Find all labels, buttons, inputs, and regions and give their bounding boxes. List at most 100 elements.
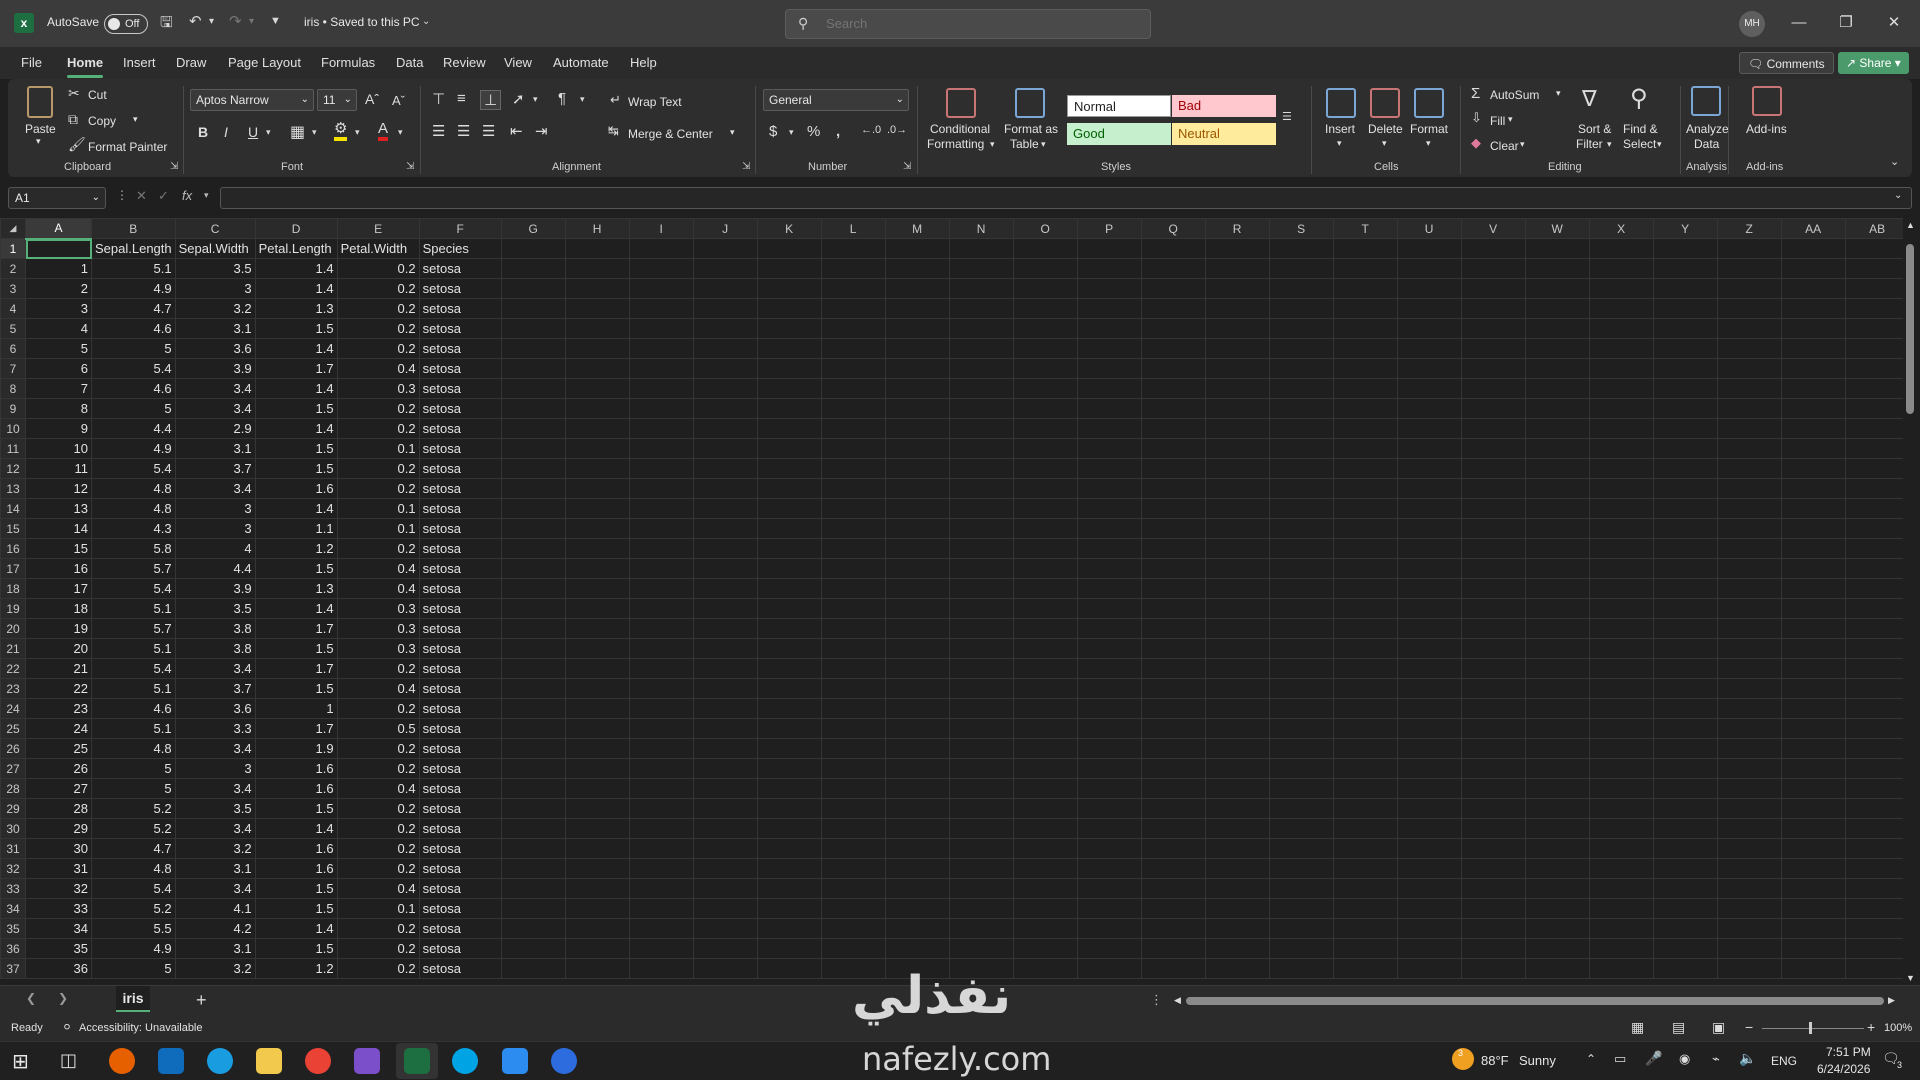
cell[interactable]: 0.2 — [336, 398, 420, 419]
tab-view[interactable]: View — [504, 55, 532, 70]
cell[interactable] — [1140, 398, 1206, 419]
cell[interactable] — [1588, 598, 1654, 619]
copy-icon[interactable]: ⧉ — [68, 111, 78, 128]
cell[interactable] — [564, 658, 630, 679]
share-button[interactable]: ↗ Share ▾ — [1838, 52, 1909, 74]
cell[interactable] — [628, 838, 694, 859]
cell[interactable] — [1268, 918, 1334, 939]
cell[interactable] — [1780, 658, 1846, 679]
find-select-icon[interactable]: ⚲ — [1630, 84, 1648, 113]
cell[interactable] — [1652, 918, 1718, 939]
cell[interactable] — [1524, 738, 1590, 759]
cell[interactable] — [1268, 418, 1334, 439]
cell[interactable] — [1268, 778, 1334, 799]
cell[interactable] — [1204, 518, 1270, 539]
cell[interactable]: 17 — [25, 578, 92, 599]
cell[interactable] — [1332, 918, 1398, 939]
cell[interactable] — [1332, 738, 1398, 759]
cell[interactable] — [1588, 618, 1654, 639]
format-table-dropdown-icon[interactable]: ▾ — [1041, 139, 1046, 150]
cell[interactable] — [1268, 818, 1334, 839]
cell[interactable]: 3.9 — [174, 358, 256, 379]
cell[interactable] — [628, 678, 694, 699]
cell[interactable] — [1780, 738, 1846, 759]
cell[interactable] — [1268, 758, 1334, 779]
cell[interactable] — [820, 318, 886, 339]
cell[interactable] — [884, 258, 950, 279]
cell[interactable] — [1716, 458, 1782, 479]
cell[interactable] — [1076, 578, 1142, 599]
row-header[interactable]: 16 — [0, 538, 26, 559]
decrease-font-size-icon[interactable]: Aˇ — [392, 93, 405, 108]
cell[interactable] — [1204, 678, 1270, 699]
cell[interactable] — [1716, 638, 1782, 659]
cell[interactable] — [500, 918, 566, 939]
cell[interactable]: 3 — [174, 278, 256, 299]
cell[interactable] — [820, 838, 886, 859]
increase-font-size-icon[interactable]: Aˆ — [365, 91, 379, 107]
cell[interactable] — [1460, 458, 1526, 479]
font-name-select[interactable]: Aptos Narrow ⌄ — [190, 89, 314, 111]
cell[interactable] — [948, 838, 1014, 859]
cell[interactable] — [1524, 898, 1590, 919]
clear-icon[interactable]: ◆ — [1471, 135, 1481, 151]
cell[interactable] — [756, 538, 822, 559]
row-header[interactable]: 35 — [0, 918, 26, 939]
cell[interactable] — [1780, 718, 1846, 739]
fill-color-icon[interactable]: ⚙ — [334, 121, 348, 141]
cell[interactable] — [1652, 398, 1718, 419]
cell[interactable] — [1140, 738, 1206, 759]
cell[interactable] — [1460, 818, 1526, 839]
cell[interactable] — [1140, 298, 1206, 319]
cell[interactable] — [1332, 638, 1398, 659]
cell[interactable] — [1268, 258, 1334, 279]
cell[interactable] — [1460, 498, 1526, 519]
cell[interactable] — [756, 738, 822, 759]
cell[interactable] — [500, 378, 566, 399]
cell[interactable] — [1204, 698, 1270, 719]
cell[interactable] — [1716, 238, 1782, 259]
cell[interactable] — [628, 898, 694, 919]
cell[interactable]: 0.3 — [336, 618, 420, 639]
scroll-up-icon[interactable]: ▲ — [1906, 220, 1915, 230]
cell[interactable] — [1652, 758, 1718, 779]
cell[interactable] — [1396, 638, 1462, 659]
cell[interactable]: 25 — [25, 738, 92, 759]
cell[interactable]: 4.6 — [91, 698, 176, 719]
cell[interactable]: 2.9 — [174, 418, 256, 439]
cell[interactable] — [1524, 278, 1590, 299]
cell[interactable] — [1844, 378, 1910, 399]
cell[interactable] — [564, 318, 630, 339]
cell[interactable] — [1140, 338, 1206, 359]
cell[interactable]: 3.1 — [174, 438, 256, 459]
cell[interactable]: 1.5 — [254, 938, 338, 959]
cell[interactable]: 7 — [25, 378, 92, 399]
cell[interactable]: setosa — [418, 858, 502, 879]
cell[interactable] — [1460, 778, 1526, 799]
cell[interactable] — [1460, 858, 1526, 879]
cell[interactable] — [1716, 778, 1782, 799]
cell[interactable]: 3.8 — [174, 638, 256, 659]
cell[interactable] — [1460, 538, 1526, 559]
center-icon[interactable]: ☰ — [457, 122, 470, 140]
cell[interactable] — [500, 318, 566, 339]
cell[interactable]: 1.4 — [254, 818, 338, 839]
column-header[interactable]: Q — [1140, 218, 1206, 239]
cell[interactable] — [1012, 498, 1078, 519]
cell[interactable]: 9 — [25, 418, 92, 439]
cell[interactable] — [1780, 678, 1846, 699]
cell[interactable] — [820, 598, 886, 619]
column-header[interactable]: B — [91, 218, 176, 239]
cell[interactable] — [692, 698, 758, 719]
cell[interactable] — [500, 538, 566, 559]
autosum-icon[interactable]: Σ — [1471, 85, 1480, 102]
cell[interactable] — [756, 958, 822, 979]
cell[interactable] — [1076, 518, 1142, 539]
cell[interactable] — [1012, 598, 1078, 619]
cell[interactable] — [1076, 298, 1142, 319]
cell[interactable] — [564, 758, 630, 779]
row-header[interactable]: 2 — [0, 258, 26, 279]
bold-icon[interactable]: B — [198, 124, 208, 140]
cell[interactable] — [1524, 678, 1590, 699]
cell[interactable] — [1780, 758, 1846, 779]
